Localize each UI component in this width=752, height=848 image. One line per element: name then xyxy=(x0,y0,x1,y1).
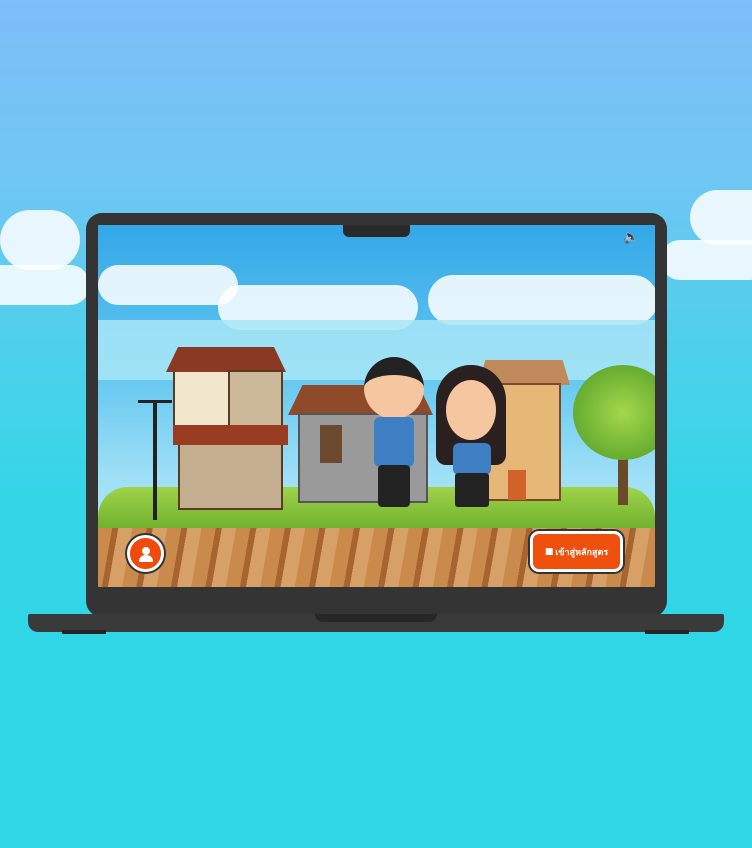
girl-shirt xyxy=(453,443,491,475)
cloud xyxy=(0,265,90,305)
cloud xyxy=(0,210,80,270)
cloud xyxy=(98,265,238,305)
roof xyxy=(173,425,288,445)
boy-shirt xyxy=(374,417,414,467)
enter-course-button[interactable]: ■ เข้าสู่หลักสูตร xyxy=(530,531,623,572)
lamp-head xyxy=(138,400,172,414)
boy-shorts xyxy=(378,465,410,507)
girl-skirt xyxy=(455,473,489,507)
cloud xyxy=(660,240,752,280)
cloud xyxy=(428,275,655,325)
profile-button[interactable] xyxy=(127,535,164,572)
roof xyxy=(166,347,286,372)
lamp-post xyxy=(153,400,157,520)
tree xyxy=(573,365,655,460)
boy-head xyxy=(364,357,424,419)
window xyxy=(320,425,342,463)
book-icon: ■ xyxy=(544,546,554,557)
enter-course-label: เข้าสู่หลักสูตร xyxy=(555,547,609,558)
door xyxy=(508,470,526,500)
user-icon xyxy=(138,546,153,562)
laptop-foot xyxy=(62,630,106,634)
laptop-hinge xyxy=(315,614,437,622)
speaker-icon[interactable]: 🔈 xyxy=(623,230,639,245)
laptop-foot xyxy=(645,630,689,634)
girl-head xyxy=(446,380,496,440)
camera-notch xyxy=(343,225,410,237)
app-screen: 🔈 ■ เข้าสู่หลักสูตร xyxy=(98,225,655,587)
cloud xyxy=(690,190,752,245)
